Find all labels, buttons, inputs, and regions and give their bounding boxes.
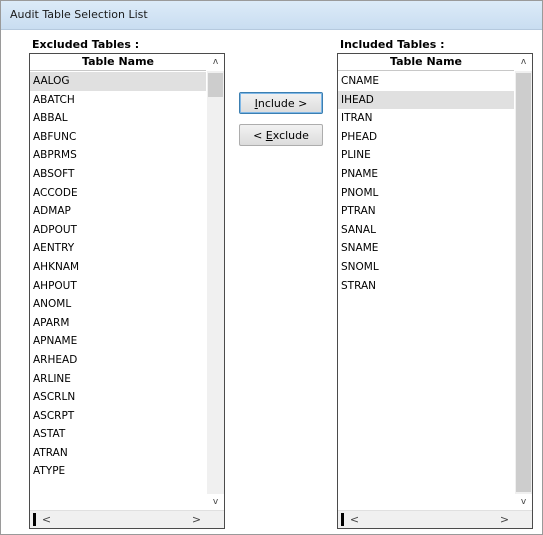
exclude-button-label-rest: xclude — [272, 129, 309, 142]
list-item[interactable]: PNOML — [338, 184, 514, 203]
included-tables-label: Included Tables : — [340, 38, 445, 51]
scroll-thumb[interactable] — [516, 73, 531, 492]
window-title: Audit Table Selection List — [10, 8, 148, 21]
list-item[interactable]: PHEAD — [338, 128, 514, 147]
list-item[interactable]: APARM — [30, 314, 206, 333]
scroll-thumb-horizontal[interactable] — [341, 513, 344, 526]
scroll-left-icon[interactable]: < — [38, 511, 55, 528]
included-rows: CNAME IHEAD ITRAN PHEAD PLINE PNAME PNOML PTRAN… — [338, 72, 514, 295]
list-item[interactable]: ITRAN — [338, 109, 514, 128]
scroll-up-icon[interactable]: ʌ — [207, 54, 224, 71]
exclude-button[interactable]: < Exclude — [239, 124, 323, 146]
list-item[interactable]: ARLINE — [30, 370, 206, 389]
scroll-up-icon[interactable]: ʌ — [515, 54, 532, 71]
list-item[interactable]: SANAL — [338, 221, 514, 240]
include-button-label-rest: nclude > — [257, 97, 308, 110]
list-item[interactable]: STRAN — [338, 277, 514, 296]
scroll-left-icon[interactable]: < — [346, 511, 363, 528]
list-item[interactable]: AHPOUT — [30, 277, 206, 296]
audit-table-selection-window: Audit Table Selection List Excluded Tabl… — [0, 0, 543, 535]
list-item[interactable]: ABFUNC — [30, 128, 206, 147]
list-item[interactable]: PNAME — [338, 165, 514, 184]
list-item[interactable]: ADPOUT — [30, 221, 206, 240]
scroll-thumb-horizontal[interactable] — [33, 513, 36, 526]
list-item[interactable]: ATYPE — [30, 462, 206, 481]
included-tables-list[interactable]: Table Name CNAME IHEAD ITRAN PHEAD PLINE PNAM… — [337, 53, 533, 529]
title-bar: Audit Table Selection List — [1, 1, 542, 30]
list-item[interactable]: ASCRPT — [30, 407, 206, 426]
list-item[interactable]: ABSOFT — [30, 165, 206, 184]
scroll-down-icon[interactable]: v — [515, 494, 532, 511]
list-item[interactable]: ABPRMS — [30, 146, 206, 165]
list-item[interactable]: ADMAP — [30, 202, 206, 221]
list-item[interactable]: ABATCH — [30, 91, 206, 110]
list-item[interactable]: APNAME — [30, 332, 206, 351]
exclude-button-mnemonic: E — [265, 129, 273, 142]
list-item[interactable]: ANOML — [30, 295, 206, 314]
scroll-track[interactable] — [207, 71, 224, 494]
excluded-tables-list[interactable]: Table Name AALOG ABATCH ABBAL ABFUNC ABPRMS A… — [29, 53, 225, 529]
excluded-vertical-scrollbar[interactable]: ʌ v — [207, 54, 224, 511]
excluded-horizontal-scrollbar[interactable]: < > — [30, 510, 224, 528]
list-item[interactable]: AALOG — [30, 72, 206, 91]
list-item[interactable]: ASCRLN — [30, 388, 206, 407]
include-button[interactable]: Include > — [239, 92, 323, 114]
scroll-right-icon[interactable]: > — [188, 511, 205, 528]
excluded-column-header[interactable]: Table Name — [30, 54, 206, 71]
list-item[interactable]: PLINE — [338, 146, 514, 165]
list-item[interactable]: ACCODE — [30, 184, 206, 203]
list-item[interactable]: SNOML — [338, 258, 514, 277]
excluded-tables-label: Excluded Tables : — [32, 38, 140, 51]
included-vertical-scrollbar[interactable]: ʌ v — [515, 54, 532, 511]
list-item[interactable]: SNAME — [338, 239, 514, 258]
scroll-down-icon[interactable]: v — [207, 494, 224, 511]
scroll-right-icon[interactable]: > — [496, 511, 513, 528]
list-item[interactable]: CNAME — [338, 72, 514, 91]
list-item[interactable]: AHKNAM — [30, 258, 206, 277]
exclude-button-label-prefix: < — [253, 129, 266, 142]
list-item[interactable]: AENTRY — [30, 239, 206, 258]
included-column-header[interactable]: Table Name — [338, 54, 514, 71]
list-item[interactable]: PTRAN — [338, 202, 514, 221]
excluded-rows: AALOG ABATCH ABBAL ABFUNC ABPRMS ABSOFT ACCODE… — [30, 72, 206, 481]
list-item[interactable]: ARHEAD — [30, 351, 206, 370]
list-item[interactable]: IHEAD — [338, 90, 514, 110]
scroll-thumb[interactable] — [208, 73, 223, 97]
list-item[interactable]: ASTAT — [30, 425, 206, 444]
included-horizontal-scrollbar[interactable]: < > — [338, 510, 532, 528]
list-item[interactable]: ABBAL — [30, 109, 206, 128]
scroll-track[interactable] — [515, 71, 532, 494]
list-item[interactable]: ATRAN — [30, 444, 206, 463]
